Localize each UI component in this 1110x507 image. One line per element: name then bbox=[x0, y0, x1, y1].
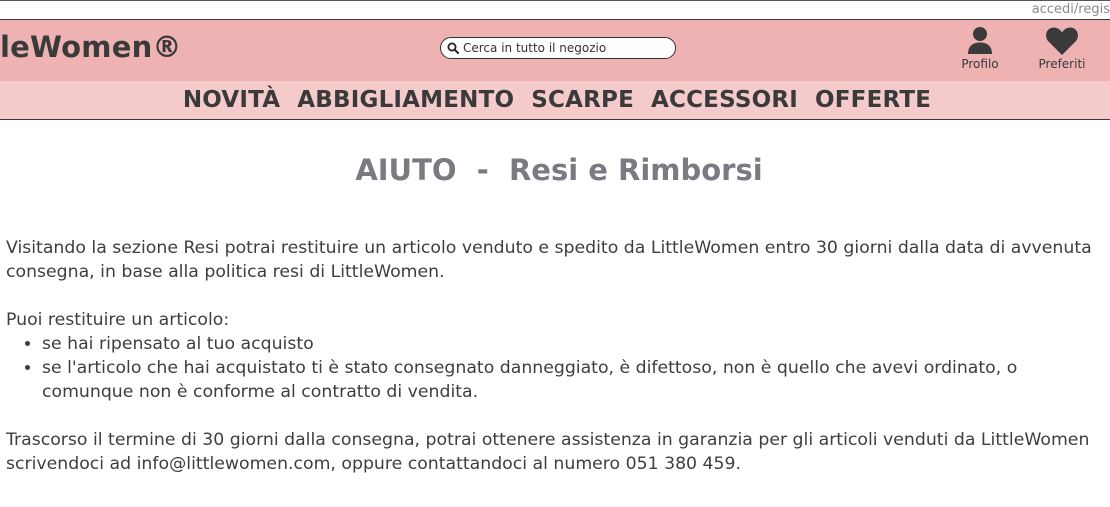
top-divider bbox=[0, 0, 1110, 1]
nav-item-offerte[interactable]: OFFERTE bbox=[815, 87, 931, 113]
nav-item-accessori[interactable]: ACCESSORI bbox=[651, 87, 798, 113]
nav-item-abbigliamento[interactable]: ABBIGLIAMENTO bbox=[297, 87, 514, 113]
heart-icon bbox=[1046, 27, 1078, 55]
brand-logo[interactable]: leWomen® bbox=[0, 30, 182, 64]
site-header: leWomen® Profilo Preferiti bbox=[0, 19, 1110, 82]
search-icon[interactable] bbox=[447, 42, 459, 54]
page-title: AIUTO - Resi e Rimborsi bbox=[355, 153, 763, 187]
nav-item-scarpe[interactable]: SCARPE bbox=[531, 87, 634, 113]
favorites-button[interactable]: Preferiti bbox=[1032, 26, 1092, 71]
search-input[interactable] bbox=[463, 41, 663, 55]
warranty-paragraph: Trascorso il termine di 30 giorni dalla … bbox=[6, 430, 1090, 474]
return-reasons-list: se hai ripensato al tuo acquisto se l'ar… bbox=[6, 332, 1106, 404]
login-register-link[interactable]: accedi/regis bbox=[1032, 1, 1110, 19]
nav-item-novita[interactable]: NOVITÀ bbox=[183, 87, 280, 113]
main-nav: NOVITÀ ABBIGLIAMENTO SCARPE ACCESSORI OF… bbox=[0, 81, 1110, 120]
profile-button[interactable]: Profilo bbox=[950, 26, 1010, 71]
search-bar[interactable] bbox=[440, 37, 676, 59]
user-icon bbox=[968, 27, 992, 54]
list-item: se hai ripensato al tuo acquisto bbox=[42, 332, 1106, 356]
favorites-label: Preferiti bbox=[1038, 57, 1086, 71]
list-intro: Puoi restituire un articolo: bbox=[6, 310, 230, 330]
intro-paragraph: Visitando la sezione Resi potrai restitu… bbox=[6, 238, 1092, 282]
help-content: Visitando la sezione Resi potrai restitu… bbox=[6, 236, 1106, 476]
profile-label: Profilo bbox=[961, 57, 999, 71]
list-item: se l'articolo che hai acquistato ti è st… bbox=[42, 356, 1106, 404]
